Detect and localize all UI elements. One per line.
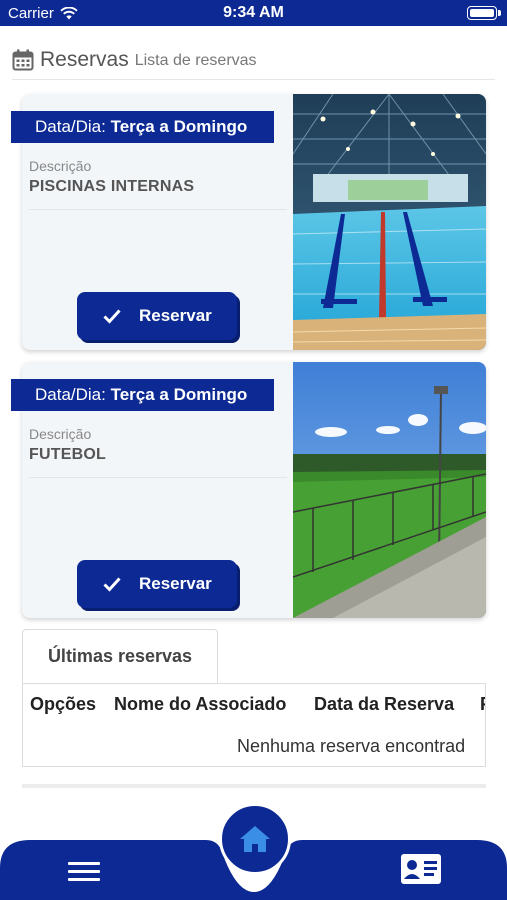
divider bbox=[29, 209, 287, 210]
home-button[interactable] bbox=[219, 803, 291, 875]
column-header-member-name: Nome do Associado bbox=[114, 694, 287, 714]
schedule-ribbon: Data/Dia: Terça a Domingo bbox=[11, 111, 274, 143]
check-icon bbox=[103, 577, 121, 592]
clock: 9:34 AM bbox=[223, 4, 284, 21]
schedule-value: Terça a Domingo bbox=[110, 385, 248, 404]
reserve-button-label: Reservar bbox=[139, 306, 212, 325]
battery-icon bbox=[467, 6, 501, 20]
section-divider bbox=[22, 784, 486, 788]
schedule-ribbon: Data/Dia: Terça a Domingo bbox=[11, 379, 274, 411]
calendar-icon bbox=[12, 49, 34, 70]
tab-last-reservations[interactable]: Últimas reservas bbox=[22, 629, 218, 683]
divider bbox=[29, 477, 287, 478]
id-card-icon bbox=[401, 854, 441, 884]
column-header-options: Opções bbox=[30, 694, 97, 714]
reservations-table: Opções Nome do Associado Data da Reserva… bbox=[22, 683, 486, 767]
empty-table-message: Nenhuma reserva encontrad bbox=[237, 736, 466, 756]
description-label: Descrição bbox=[29, 426, 92, 442]
reserve-button[interactable]: Reservar bbox=[77, 560, 237, 608]
page-header: Reservas Lista de reservas bbox=[12, 40, 495, 80]
reservation-card-football: Data/Dia: Terça a Domingo Descrição FUTE… bbox=[11, 362, 486, 618]
description-value: PISCINAS INTERNAS bbox=[29, 178, 195, 195]
menu-icon bbox=[68, 862, 104, 881]
status-bar: Carrier 9:34 AM bbox=[0, 0, 507, 26]
member-card-button[interactable] bbox=[400, 853, 442, 885]
reserve-button[interactable]: Reservar bbox=[77, 292, 237, 340]
column-header-truncated: F bbox=[480, 694, 485, 715]
menu-button[interactable] bbox=[68, 858, 104, 884]
reserve-button-label: Reservar bbox=[139, 574, 212, 593]
schedule-label: Data/Dia: bbox=[35, 117, 106, 136]
check-icon bbox=[103, 309, 121, 324]
description-label: Descrição bbox=[29, 158, 92, 174]
schedule-value: Terça a Domingo bbox=[110, 117, 248, 136]
schedule-label: Data/Dia: bbox=[35, 385, 106, 404]
column-header-reservation-date: Data da Reserva bbox=[314, 694, 455, 714]
page-subtitle: Lista de reservas bbox=[134, 52, 257, 69]
reservation-card-pool: Data/Dia: Terça a Domingo Descrição PISC… bbox=[11, 94, 486, 350]
home-icon bbox=[240, 826, 270, 852]
description-value: FUTEBOL bbox=[29, 446, 106, 463]
page-title: Reservas bbox=[40, 47, 129, 71]
football-field-image bbox=[293, 362, 486, 618]
pool-image bbox=[293, 94, 486, 350]
